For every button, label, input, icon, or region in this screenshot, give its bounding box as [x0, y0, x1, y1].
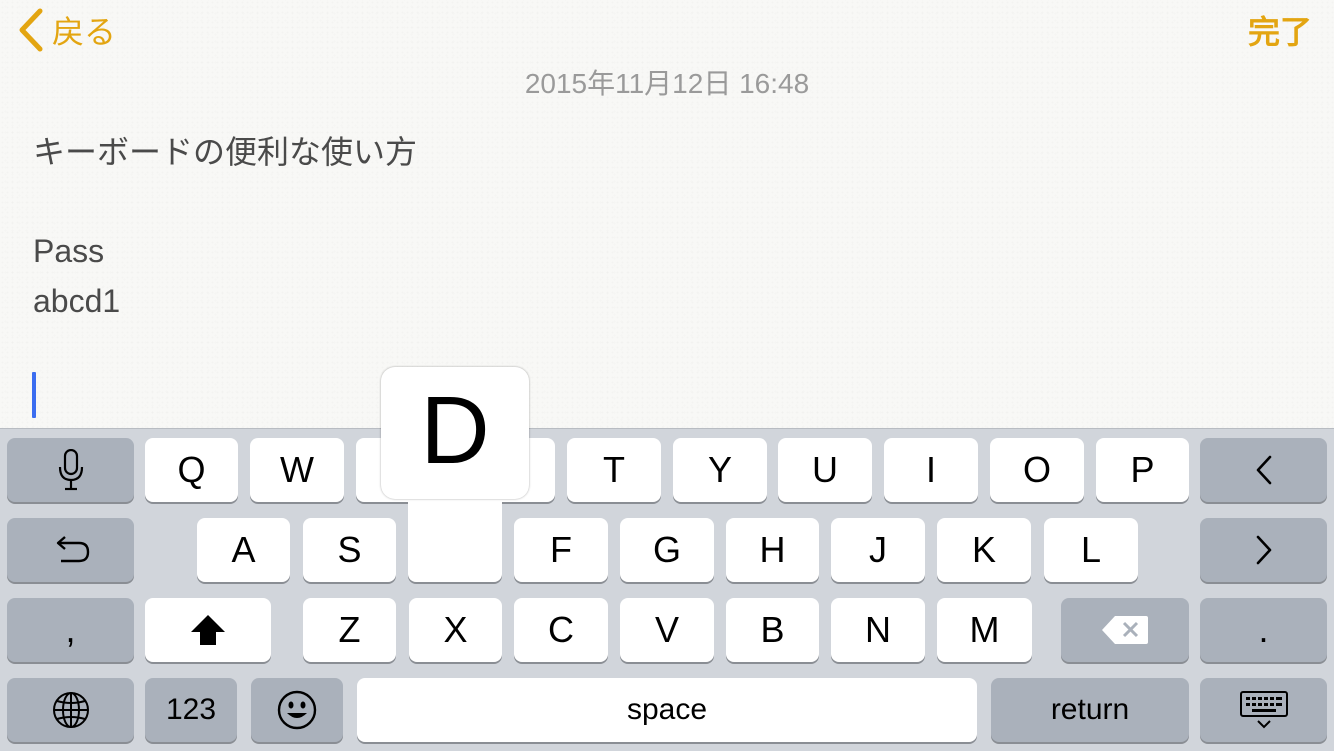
key-h[interactable]: H	[726, 518, 819, 582]
microphone-icon	[58, 449, 84, 491]
keyboard-dismiss-icon	[1239, 690, 1289, 730]
key-j[interactable]: J	[831, 518, 925, 582]
key-c[interactable]: C	[514, 598, 608, 662]
key-p[interactable]: P	[1096, 438, 1189, 502]
note-line	[33, 178, 1293, 228]
key-x[interactable]: X	[409, 598, 502, 662]
shift-icon	[188, 613, 228, 647]
note-line: abcd1	[33, 282, 121, 319]
chevron-left-icon	[18, 8, 44, 52]
key-o[interactable]: O	[990, 438, 1084, 502]
text-cursor	[32, 372, 36, 418]
globe-icon	[51, 690, 91, 730]
key-u[interactable]: U	[778, 438, 872, 502]
back-label: 戻る	[52, 14, 117, 50]
key-a[interactable]: A	[197, 518, 290, 582]
emoji-icon	[276, 689, 318, 731]
cursor-left-key[interactable]	[1200, 438, 1327, 502]
numbers-key[interactable]: 123	[145, 678, 237, 742]
key-w[interactable]: W	[250, 438, 344, 502]
cursor-left-icon	[1255, 455, 1273, 485]
keyboard-dismiss-key[interactable]	[1200, 678, 1327, 742]
key-d-popup[interactable]: D	[381, 367, 529, 583]
cursor-right-key[interactable]	[1200, 518, 1327, 582]
key-popup-letter: D	[420, 377, 490, 484]
key-m[interactable]: M	[937, 598, 1032, 662]
delete-key[interactable]	[1061, 598, 1189, 662]
key-q[interactable]: Q	[145, 438, 238, 502]
key-z[interactable]: Z	[303, 598, 396, 662]
period-key[interactable]: .	[1200, 598, 1327, 662]
back-button[interactable]: 戻る	[18, 6, 116, 54]
key-l[interactable]: L	[1044, 518, 1138, 582]
undo-icon	[51, 535, 91, 565]
emoji-key[interactable]	[251, 678, 343, 742]
key-b[interactable]: B	[726, 598, 819, 662]
return-key[interactable]: return	[991, 678, 1189, 742]
done-button[interactable]: 完了	[1248, 6, 1312, 54]
key-i[interactable]: I	[884, 438, 978, 502]
key-n[interactable]: N	[831, 598, 925, 662]
key-v[interactable]: V	[620, 598, 714, 662]
shift-key[interactable]	[145, 598, 271, 662]
cursor-right-icon	[1255, 535, 1273, 565]
note-line: キーボードの便利な使い方	[33, 134, 418, 170]
globe-key[interactable]	[7, 678, 134, 742]
note-line: Pass	[33, 233, 105, 269]
space-key[interactable]: space	[357, 678, 977, 742]
note-timestamp: 2015年11月12日 16:48	[524, 68, 810, 99]
backspace-icon	[1101, 615, 1149, 645]
note-body[interactable]: キーボードの便利な使い方 Pass abcd1	[33, 128, 1293, 326]
key-t[interactable]: T	[567, 438, 661, 502]
key-g[interactable]: G	[620, 518, 714, 582]
undo-key[interactable]	[7, 518, 134, 582]
dictation-key[interactable]	[7, 438, 134, 502]
key-y[interactable]: Y	[673, 438, 767, 502]
key-k[interactable]: K	[937, 518, 1031, 582]
comma-key[interactable]: ,	[7, 598, 134, 662]
